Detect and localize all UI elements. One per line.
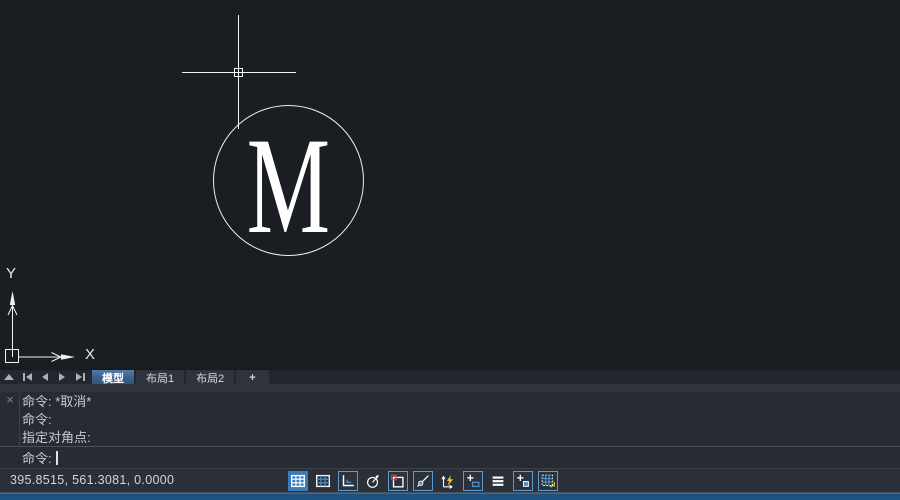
lineweight-toggle[interactable] (488, 471, 508, 491)
grid-icon (314, 472, 332, 490)
tab-layout2[interactable]: 布局2 (186, 370, 234, 385)
object-snap-icon (389, 472, 407, 490)
selection-cycling-icon (539, 472, 557, 490)
lineweight-icon (489, 472, 507, 490)
grid-display-toggle[interactable] (313, 471, 333, 491)
object-snap-toggle[interactable] (388, 471, 408, 491)
tab-new-layout[interactable]: + (236, 370, 268, 385)
command-gutter: × (0, 392, 20, 446)
selection-cycling-toggle[interactable] (538, 471, 558, 491)
close-icon[interactable]: × (3, 393, 17, 407)
next-tab-icon[interactable] (57, 371, 67, 383)
cad-application-window: M Y X 模型 布局1 布局2 + (0, 0, 900, 500)
polar-tracking-toggle[interactable] (363, 471, 383, 491)
status-bar: 395.8515, 561.3081, 0.0000 (0, 468, 900, 493)
command-history-line: 命令: (22, 411, 896, 429)
plus-rectangle-icon (464, 472, 482, 490)
snap-mode-toggle[interactable] (288, 471, 308, 491)
polar-tracking-icon (364, 472, 382, 490)
text-cursor (56, 451, 58, 465)
tab-layout1[interactable]: 布局1 (136, 370, 184, 385)
tab-nav-buttons (0, 370, 92, 384)
command-prompt: 命令: (22, 448, 52, 467)
object-snap-tracking-toggle[interactable] (413, 471, 433, 491)
layout-tab-bar: 模型 布局1 布局2 + (0, 369, 900, 384)
snap-grid-icon (289, 472, 307, 490)
coordinate-readout[interactable]: 395.8515, 561.3081, 0.0000 (10, 473, 174, 487)
status-toggle-group (288, 470, 558, 492)
first-tab-icon[interactable] (21, 371, 33, 383)
ortho-icon (339, 472, 357, 490)
window-bottom-edge (0, 493, 900, 500)
command-window-top-edge (0, 384, 900, 392)
object-snap-tracking-icon (414, 472, 432, 490)
quick-properties-toggle[interactable] (513, 471, 533, 491)
dynamic-input-toggle[interactable] (438, 471, 458, 491)
text-entity-m[interactable]: M (247, 110, 330, 261)
ortho-mode-toggle[interactable] (338, 471, 358, 491)
command-history-lines: 命令: *取消* 命令: 指定对角点: (22, 393, 896, 447)
tab-model[interactable]: 模型 (92, 370, 134, 385)
command-history-line: 指定对角点: (22, 429, 896, 447)
plus-square-icon (514, 472, 532, 490)
command-history-panel: × 命令: *取消* 命令: 指定对角点: (0, 392, 900, 446)
expand-up-icon[interactable] (4, 371, 14, 383)
drawing-canvas[interactable]: M Y X (0, 0, 900, 369)
circle-entity[interactable]: M (213, 105, 364, 256)
previous-tab-icon[interactable] (40, 371, 50, 383)
command-input-line[interactable]: 命令: (0, 446, 900, 468)
dynamic-ucs-toggle[interactable] (463, 471, 483, 491)
ucs-icon (0, 265, 105, 370)
crosshair-pickbox (234, 68, 243, 77)
last-tab-icon[interactable] (74, 371, 86, 383)
command-history-line: 命令: *取消* (22, 393, 896, 411)
dynamic-input-icon (439, 472, 457, 490)
